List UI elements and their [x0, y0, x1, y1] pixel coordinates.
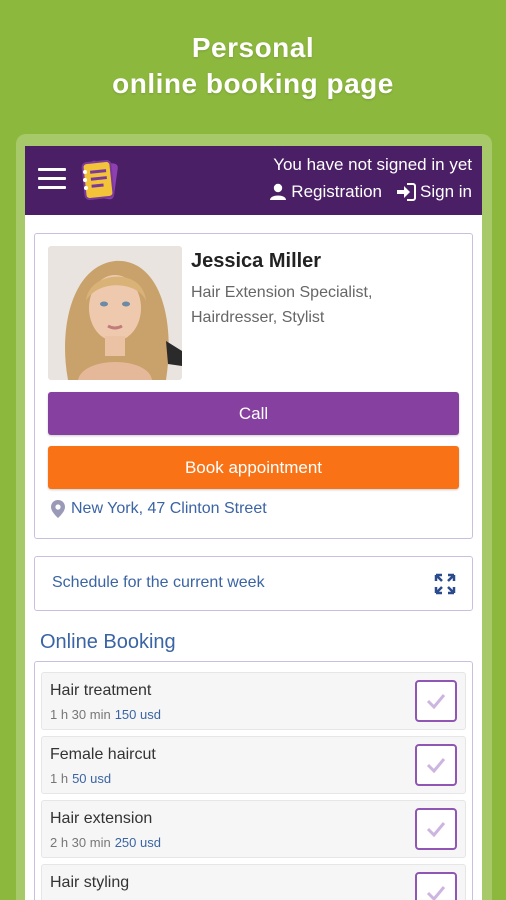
user-icon [270, 183, 287, 200]
service-duration: 1 h [50, 771, 69, 786]
schedule-panel[interactable]: Schedule for the current week [34, 556, 473, 611]
registration-link[interactable]: Registration [269, 182, 382, 202]
address-text: New York, 47 Clinton Street [71, 500, 267, 517]
service-name: Hair extension [50, 810, 153, 827]
schedule-label: Schedule for the current week [52, 574, 265, 591]
service-price: 250 usd [114, 835, 161, 850]
signin-status: You have not signed in yet [273, 155, 472, 174]
checkmark-icon [426, 758, 446, 773]
specialist-name: Jessica Miller [191, 250, 322, 272]
call-button[interactable]: Call [48, 392, 459, 435]
service-price: 150 usd [114, 707, 161, 722]
profile-card: Jessica Miller Hair Extension Specialist… [34, 233, 473, 539]
sign-in-icon [397, 183, 417, 201]
checkmark-icon [426, 886, 446, 900]
service-name: Hair treatment [50, 682, 152, 699]
service-item[interactable]: Hair extension 2 h 30 min 250 usd [41, 800, 466, 858]
service-duration: 1 h 30 min [50, 707, 111, 722]
service-item[interactable]: Hair styling [41, 864, 466, 900]
checkmark-icon [426, 822, 446, 837]
location-pin-icon [51, 500, 65, 518]
promo-line-1: Personal [191, 32, 315, 63]
service-select-checkbox[interactable] [415, 808, 457, 850]
auth-links: Registration Sign in [269, 182, 472, 202]
service-select-checkbox[interactable] [415, 744, 457, 786]
registration-label: Registration [291, 182, 383, 201]
app-screen: You have not signed in yet Registration … [25, 146, 482, 900]
online-booking-title: Online Booking [40, 631, 176, 653]
services-list: Hair treatment 1 h 30 min 150 usd Female … [34, 661, 473, 900]
service-meta: 2 h 30 min 250 usd [50, 835, 161, 850]
app-logo-icon[interactable] [79, 158, 121, 202]
promo-heading: Personal online booking page [0, 30, 506, 102]
service-select-checkbox[interactable] [415, 680, 457, 722]
specialist-specialization: Hair Extension Specialist, Hairdresser, … [191, 280, 451, 330]
service-item[interactable]: Female haircut 1 h 50 usd [41, 736, 466, 794]
expand-icon[interactable] [434, 573, 456, 595]
service-meta: 1 h 50 usd [50, 771, 111, 786]
specialization-line-2: Hairdresser, Stylist [191, 309, 325, 326]
promo-line-2: online booking page [112, 68, 394, 99]
service-item[interactable]: Hair treatment 1 h 30 min 150 usd [41, 672, 466, 730]
service-name: Female haircut [50, 746, 156, 763]
signin-label: Sign in [420, 182, 472, 201]
service-duration: 2 h 30 min [50, 835, 111, 850]
service-price: 50 usd [72, 771, 112, 786]
profile-photo [48, 246, 182, 380]
signin-link[interactable]: Sign in [396, 182, 472, 202]
service-name: Hair styling [50, 874, 130, 891]
service-meta: 1 h 30 min 150 usd [50, 707, 161, 722]
checkmark-icon [426, 694, 446, 709]
menu-icon[interactable] [38, 168, 66, 190]
book-appointment-button[interactable]: Book appointment [48, 446, 459, 489]
app-bar: You have not signed in yet Registration … [25, 146, 482, 215]
specialization-line-1: Hair Extension Specialist, [191, 284, 373, 301]
address-link[interactable]: New York, 47 Clinton Street [51, 500, 267, 518]
service-select-checkbox[interactable] [415, 872, 457, 900]
